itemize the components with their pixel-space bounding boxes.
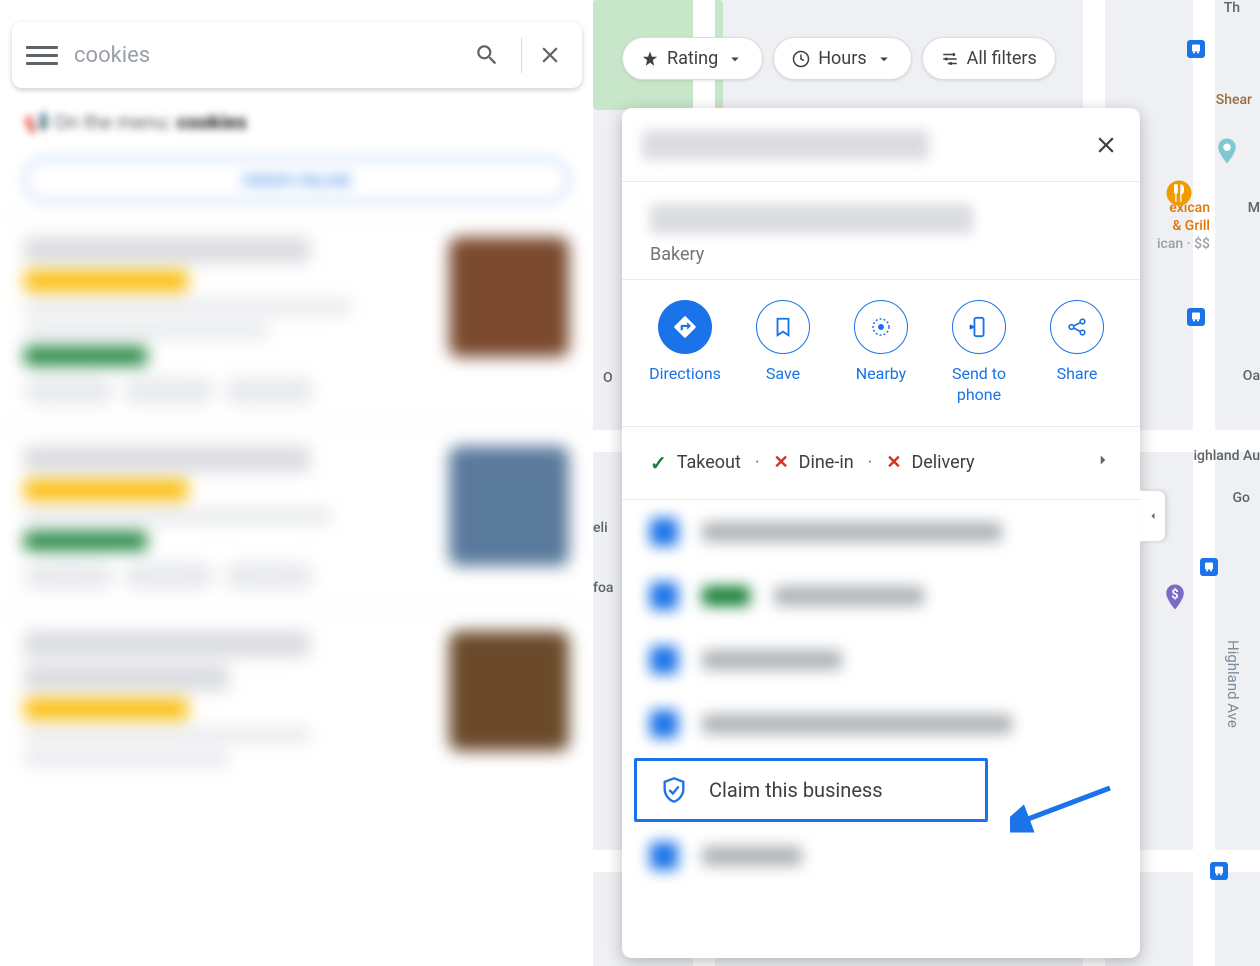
search-divider (521, 37, 522, 73)
place-label-o: O (603, 370, 613, 386)
menu-icon[interactable] (26, 39, 58, 71)
chevron-down-icon (875, 50, 893, 68)
location-icon (650, 518, 678, 546)
action-row: Directions Save Nearby Send to phone Sha… (622, 280, 1140, 427)
service-delivery: Delivery (911, 452, 974, 473)
action-send-phone[interactable]: Send to phone (934, 300, 1024, 406)
action-directions[interactable]: Directions (640, 300, 730, 406)
chevron-right-icon (1094, 451, 1112, 474)
result-card[interactable] (0, 216, 593, 425)
filter-all-label: All filters (967, 48, 1037, 69)
search-input[interactable] (74, 43, 463, 68)
chevron-down-icon (726, 50, 744, 68)
filter-hours-label: Hours (818, 48, 866, 69)
result-card[interactable] (0, 610, 593, 795)
map-pin-money[interactable]: $ (1160, 582, 1190, 612)
place-label-grill: & Grill (1172, 218, 1210, 234)
detail-business-name (650, 204, 973, 234)
place-label-eli: eli (593, 520, 608, 536)
bookmark-icon (756, 300, 810, 354)
directions-icon (658, 300, 712, 354)
place-label-oa: Oa (1243, 368, 1260, 384)
filter-rating-label: Rating (667, 48, 718, 69)
info-website-row[interactable] (622, 692, 1140, 756)
close-icon[interactable] (1092, 131, 1120, 159)
filter-bar: Rating Hours All filters (622, 37, 1056, 80)
place-label-highland-auto: ighland Au (1193, 448, 1260, 464)
filter-rating[interactable]: Rating (622, 37, 763, 80)
send-phone-icon (952, 300, 1006, 354)
info-address-row[interactable] (622, 500, 1140, 564)
result-card[interactable] (0, 425, 593, 610)
place-label-shear: Shear (1216, 92, 1252, 108)
bus-stop-icon[interactable] (1200, 558, 1218, 576)
globe-icon (650, 710, 678, 738)
info-icon (650, 842, 678, 870)
street-label-highland: Highland Ave (1224, 640, 1242, 728)
service-dinein: Dine-in (799, 452, 854, 473)
x-icon: ✕ (774, 452, 789, 473)
chevron-left-icon (1147, 510, 1159, 522)
bus-stop-icon[interactable] (1187, 308, 1205, 326)
map-pin-generic[interactable] (1212, 136, 1242, 166)
service-options-row[interactable]: ✓ Takeout · ✕ Dine-in · ✕ Delivery (622, 427, 1140, 500)
annotation-arrow (1010, 778, 1120, 834)
detail-category: Bakery (650, 244, 1112, 265)
action-share[interactable]: Share (1032, 300, 1122, 406)
collapse-panel-button[interactable] (1140, 490, 1166, 542)
place-label-th: Th (1224, 0, 1240, 16)
action-nearby[interactable]: Nearby (836, 300, 926, 406)
share-icon (1050, 300, 1104, 354)
order-online-button[interactable]: ORDER ONLINE (24, 158, 569, 202)
detail-header-title (642, 130, 929, 160)
place-label-go: Go (1233, 490, 1250, 506)
map-pin-restaurant[interactable] (1164, 178, 1194, 208)
results-panel: 📢 On the menu: cookies ORDER ONLINE (0, 0, 593, 966)
detail-title-block: Bakery (622, 182, 1140, 279)
action-save[interactable]: Save (738, 300, 828, 406)
service-takeout: Takeout (677, 452, 741, 473)
search-icon[interactable] (469, 37, 505, 73)
clock-icon (650, 582, 678, 610)
place-label-m: M (1248, 200, 1260, 216)
verified-shield-icon (659, 775, 689, 805)
bus-stop-icon[interactable] (1187, 40, 1205, 58)
claim-business-button[interactable]: Claim this business (634, 758, 988, 822)
claim-business-label: Claim this business (709, 778, 883, 802)
close-icon[interactable] (532, 37, 568, 73)
results-banner: 📢 On the menu: cookies (0, 100, 593, 144)
svg-text:$: $ (1171, 587, 1178, 602)
x-icon: ✕ (886, 452, 901, 473)
place-label-foam: foa (593, 580, 613, 596)
info-hours-row[interactable] (622, 564, 1140, 628)
filter-hours[interactable]: Hours (773, 37, 911, 80)
filter-all[interactable]: All filters (922, 37, 1056, 80)
detail-header (622, 108, 1140, 182)
place-label-price: ican · $$ (1157, 236, 1210, 252)
bus-stop-icon[interactable] (1210, 862, 1228, 880)
nearby-icon (854, 300, 908, 354)
info-phone-row[interactable] (622, 628, 1140, 692)
check-icon: ✓ (650, 451, 667, 475)
search-bar (12, 22, 582, 88)
phone-icon (650, 646, 678, 674)
